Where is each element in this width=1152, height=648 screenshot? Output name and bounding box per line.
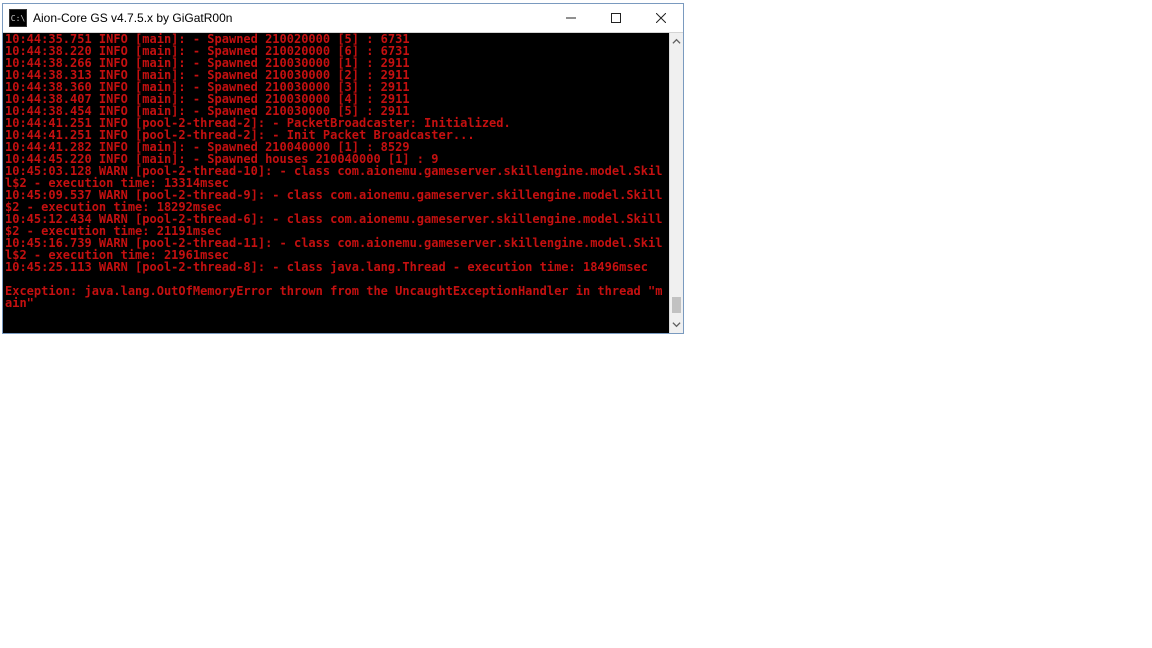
app-icon: C:\ xyxy=(9,9,27,27)
chevron-down-icon xyxy=(672,320,681,329)
maximize-icon xyxy=(611,13,621,23)
scrollbar-thumb[interactable] xyxy=(672,297,681,313)
minimize-button[interactable] xyxy=(548,4,593,32)
vertical-scrollbar[interactable] xyxy=(669,33,683,333)
scrollbar-track[interactable] xyxy=(670,50,683,316)
close-icon xyxy=(656,13,666,23)
titlebar[interactable]: C:\ Aion-Core GS v4.7.5.x by GiGatR00n xyxy=(3,4,683,33)
window-controls xyxy=(548,4,683,32)
console-window: C:\ Aion-Core GS v4.7.5.x by GiGatR00n 1… xyxy=(2,3,684,334)
scroll-down-button[interactable] xyxy=(670,316,683,333)
close-button[interactable] xyxy=(638,4,683,32)
scroll-up-button[interactable] xyxy=(670,33,683,50)
maximize-button[interactable] xyxy=(593,4,638,32)
client-area: 10:44:35.751 INFO [main]: - Spawned 2100… xyxy=(3,33,683,333)
console-output[interactable]: 10:44:35.751 INFO [main]: - Spawned 2100… xyxy=(3,33,669,333)
chevron-up-icon xyxy=(672,37,681,46)
window-title: Aion-Core GS v4.7.5.x by GiGatR00n xyxy=(33,11,548,25)
minimize-icon xyxy=(566,13,576,23)
